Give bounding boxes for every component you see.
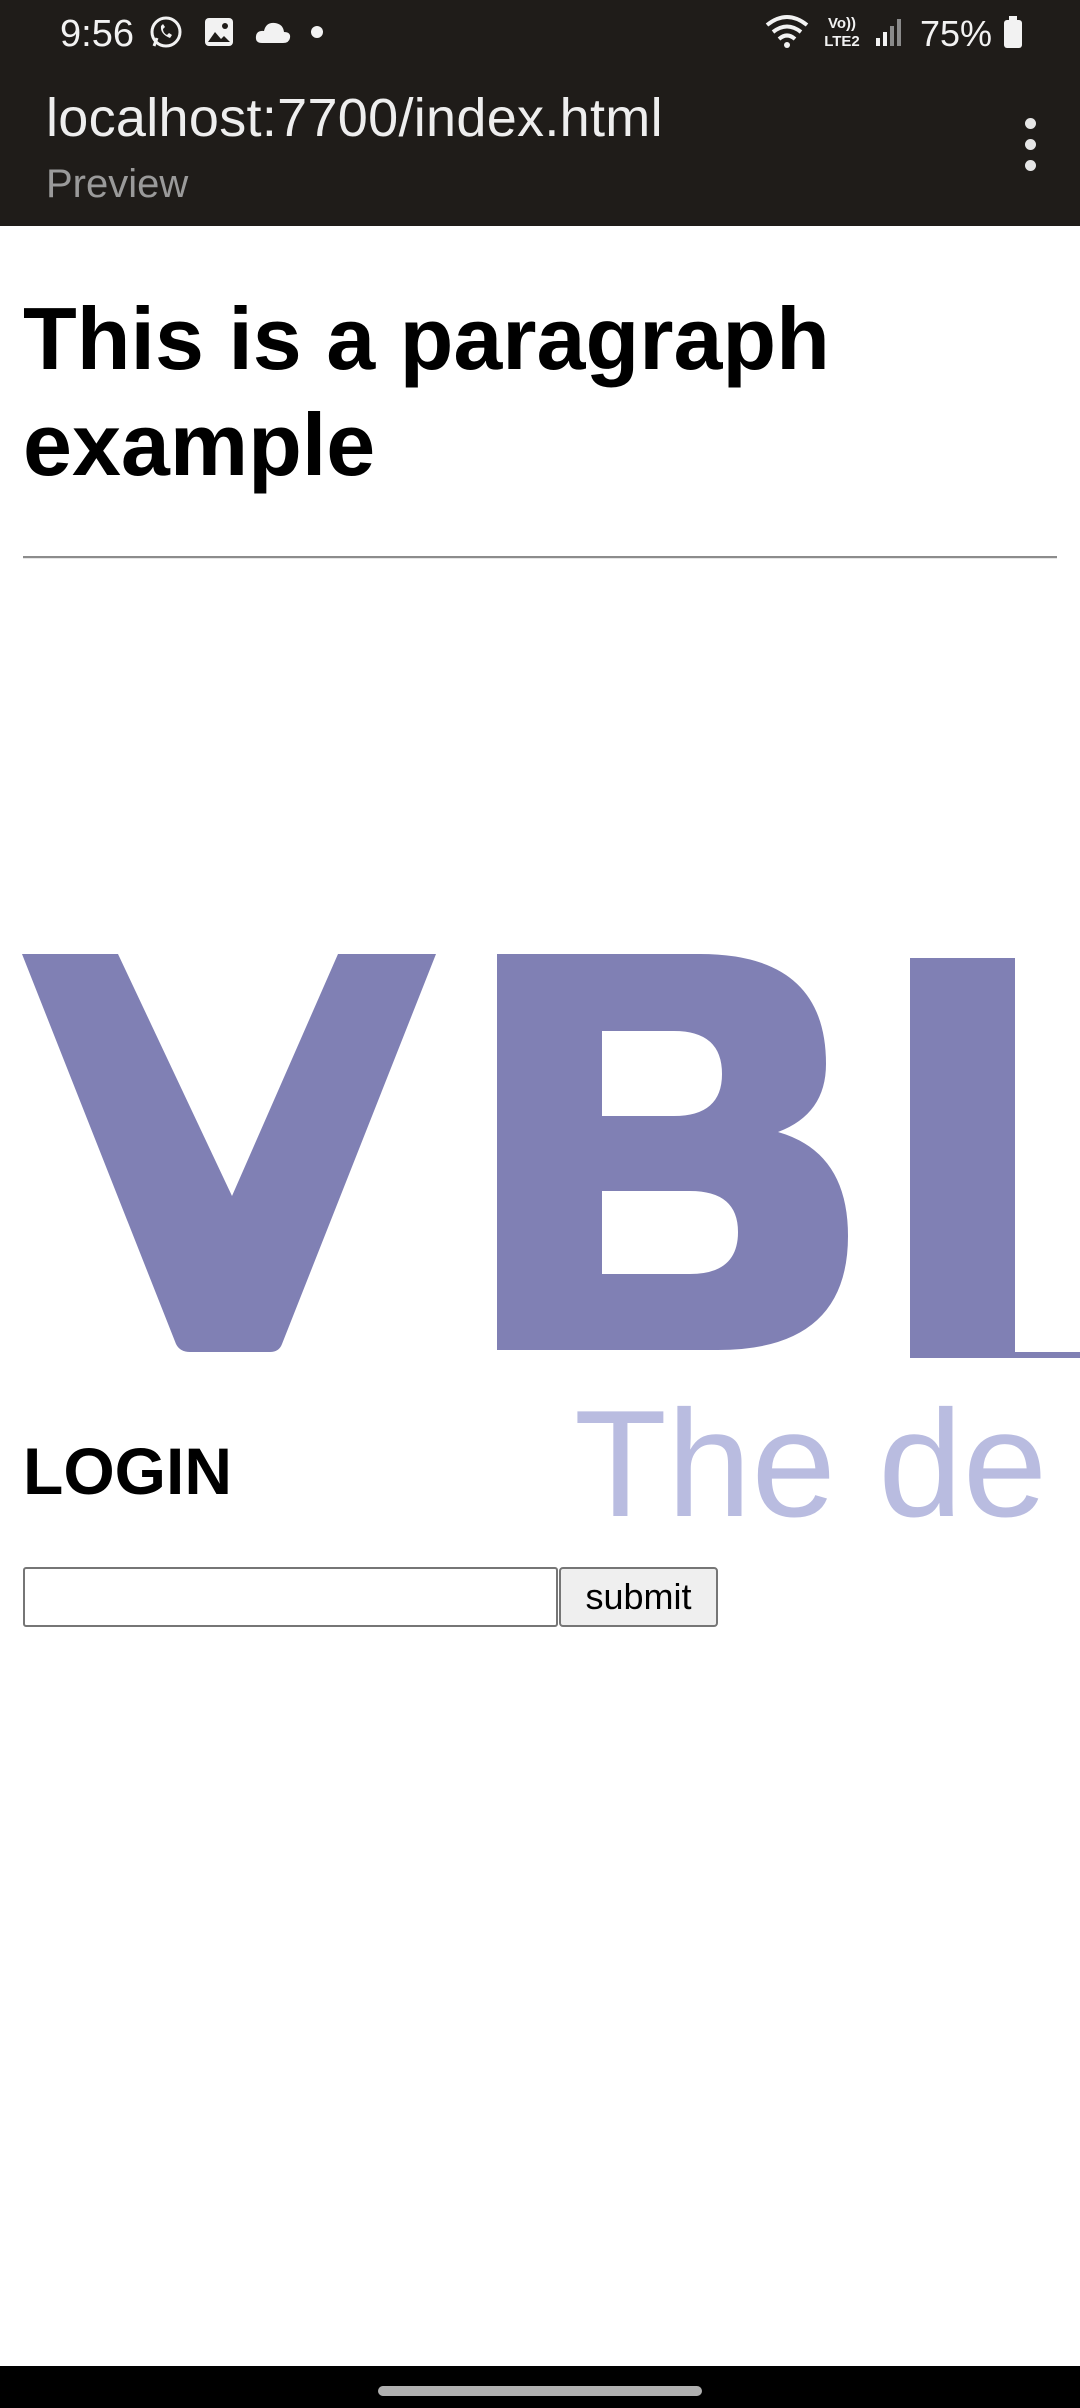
page-title: This is a paragraph example xyxy=(23,289,830,494)
dot-icon xyxy=(310,25,324,44)
logo-letter-b xyxy=(497,954,848,1350)
home-gesture-handle[interactable] xyxy=(378,2386,702,2396)
battery-icon xyxy=(1002,15,1024,54)
url-subtitle: Preview xyxy=(46,162,189,206)
more-vertical-icon-dot xyxy=(1024,138,1036,150)
logo-tagline: The de xyxy=(574,1379,1047,1549)
gallery-icon xyxy=(202,15,236,54)
system-icons: Vo)) LTE2 75% xyxy=(764,12,1024,56)
more-vertical-icon-dot xyxy=(1024,159,1036,171)
navigation-bar xyxy=(0,2366,1080,2408)
page-content: This is a paragraph example The de LOGIN… xyxy=(0,226,1080,2366)
svg-text:LTE2: LTE2 xyxy=(824,33,860,50)
status-bar: 9:56 Vo)) LTE2 75% xyxy=(0,0,1080,68)
status-time: 9:56 xyxy=(60,13,134,55)
logo-letter-v xyxy=(22,954,436,1352)
whatsapp-icon xyxy=(148,14,184,55)
notification-icons xyxy=(148,16,324,52)
battery-percent: 75% xyxy=(919,13,992,54)
divider xyxy=(23,556,1057,559)
more-options-button[interactable] xyxy=(1002,112,1058,176)
svg-text:Vo)): Vo)) xyxy=(828,15,856,32)
cloud-icon xyxy=(254,17,292,52)
url-title[interactable]: localhost:7700/index.html xyxy=(46,86,663,150)
volte-icon: Vo)) LTE2 xyxy=(820,12,864,57)
submit-button[interactable]: submit xyxy=(559,1567,718,1627)
logo-letter-l xyxy=(910,958,1080,1358)
more-vertical-icon xyxy=(1024,117,1036,129)
login-input[interactable] xyxy=(23,1567,558,1627)
wifi-icon xyxy=(764,13,810,56)
login-heading: LOGIN xyxy=(23,1434,232,1508)
browser-header: localhost:7700/index.html Preview xyxy=(0,68,1080,226)
signal-icon xyxy=(874,16,904,53)
